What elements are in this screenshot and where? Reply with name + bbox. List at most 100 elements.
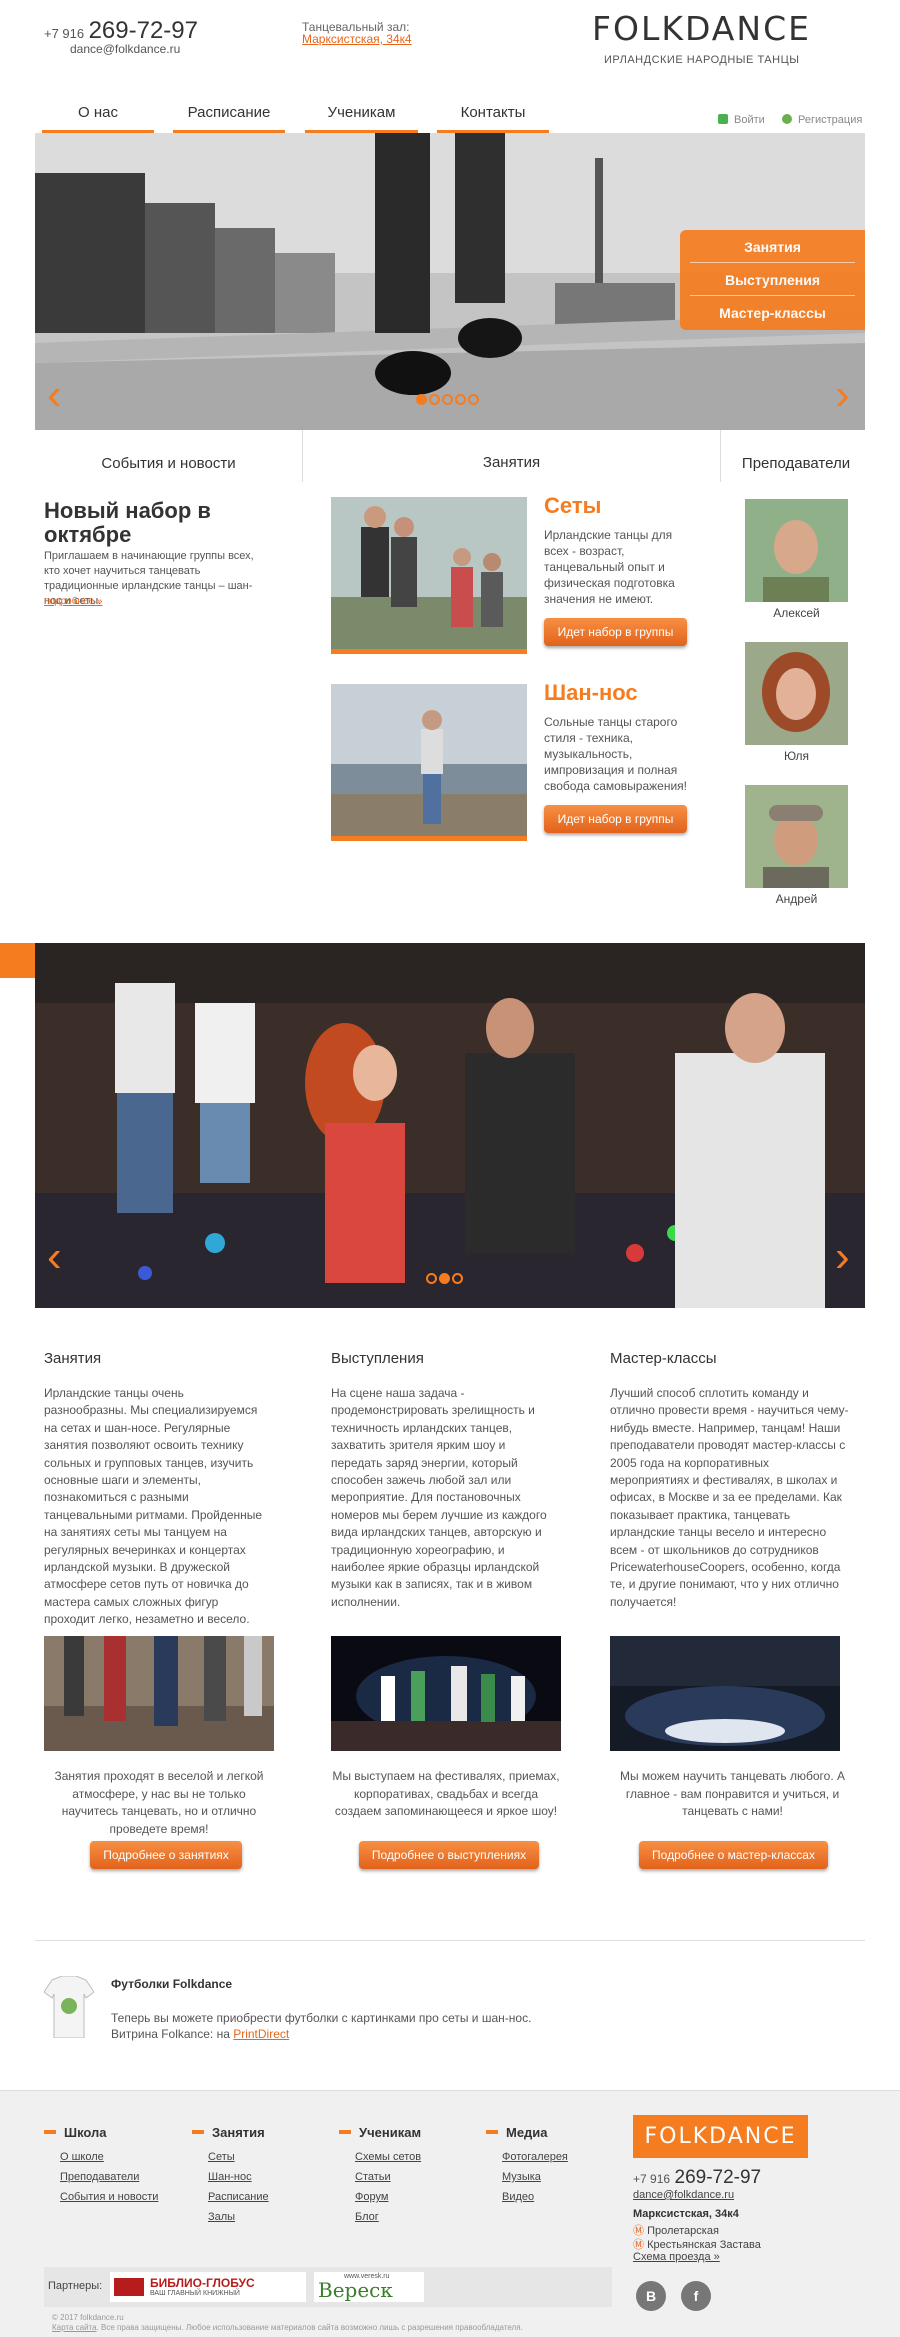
partner-biblio-globus[interactable]: БИБЛИО-ГЛОБУС ВАШ ГЛАВНЫЙ КНИЖНЫЙ <box>110 2272 306 2302</box>
slider-dot[interactable] <box>429 394 440 405</box>
footer-link[interactable]: Расписание <box>208 2187 269 2207</box>
nav-schedule[interactable]: Расписание <box>173 100 285 133</box>
class-sets-image[interactable] <box>331 497 527 654</box>
footer-media-title: Медиа <box>506 2125 548 2140</box>
info-masterclasses-image[interactable] <box>610 1636 840 1751</box>
tshirts-line2: Витрина Folkance: на PrintDirect <box>111 2027 289 2041</box>
info-classes-text: Ирландские танцы очень разнообразны. Мы … <box>44 1386 263 1627</box>
more-performances-button[interactable]: Подробнее о выступлениях <box>359 1841 539 1869</box>
footer-media-links: Фотогалерея Музыка Видео <box>502 2147 568 2207</box>
teacher-avatar <box>745 642 848 745</box>
footer-link[interactable]: Преподаватели <box>60 2167 158 2187</box>
info-masterclasses-photo <box>610 1636 840 1751</box>
footer-link[interactable]: Музыка <box>502 2167 568 2187</box>
teacher-photo-yulia[interactable] <box>745 642 848 745</box>
footer-link[interactable]: Сеты <box>208 2147 269 2167</box>
more-masterclasses-button[interactable]: Подробнее о мастер-классах <box>639 1841 828 1869</box>
footer-link[interactable]: Статьи <box>355 2167 421 2187</box>
info-classes-caption: Занятия проходят в веселой и легкой атмо… <box>54 1769 264 1836</box>
info-performances-image[interactable] <box>331 1636 561 1751</box>
footer-school-links: О школе Преподаватели События и новости <box>60 2147 158 2207</box>
teacher-avatar <box>745 499 848 602</box>
printdirect-link[interactable]: PrintDirect <box>233 2027 289 2041</box>
footer-link[interactable]: Шан-нос <box>208 2167 269 2187</box>
tshirt-image[interactable] <box>43 1975 95 2039</box>
teacher-avatar <box>745 785 848 888</box>
partners-bar: Партнеры: БИБЛИО-ГЛОБУС ВАШ ГЛАВНЫЙ КНИЖ… <box>44 2267 612 2307</box>
footer-link[interactable]: Форум <box>355 2187 421 2207</box>
info-classes-image[interactable] <box>44 1636 274 1751</box>
teacher-photo-andrey[interactable] <box>745 785 848 888</box>
gallery-dot[interactable] <box>452 1273 463 1284</box>
partners-label: Партнеры: <box>48 2280 103 2292</box>
footer-students-title: Ученикам <box>359 2125 422 2140</box>
class-shannos-title[interactable]: Шан-нос <box>544 680 638 706</box>
blogger-icon[interactable]: B <box>636 2281 666 2311</box>
footer-link[interactable]: Видео <box>502 2187 568 2207</box>
partner-veresk[interactable]: www.veresk.ru Вереск <box>314 2272 424 2302</box>
footer-email[interactable]: dance@folkdance.ru <box>633 2189 734 2201</box>
slider-menu-masterclasses[interactable]: Мастер-классы <box>690 300 855 329</box>
class-shannos-image[interactable] <box>331 684 527 841</box>
gallery-next-icon[interactable]: › <box>835 1235 850 1279</box>
footer-students-links: Схемы сетов Статьи Форум Блог <box>355 2147 421 2227</box>
login-icon <box>718 114 728 124</box>
nav-contacts[interactable]: Контакты <box>437 100 549 133</box>
slider-dot[interactable] <box>455 394 466 405</box>
class-shannos-photo <box>331 684 527 836</box>
teacher-photo-aleksey[interactable] <box>745 499 848 602</box>
facebook-icon[interactable]: f <box>681 2281 711 2311</box>
slider-next-icon[interactable]: › <box>835 373 850 417</box>
login-label: Войти <box>734 114 765 126</box>
tshirts-line1: Теперь вы можете приобрести футболки с к… <box>111 2011 532 2025</box>
login-link[interactable]: Войти <box>718 114 765 126</box>
gallery-prev-icon[interactable]: ‹ <box>47 1235 62 1279</box>
slider-dot[interactable] <box>442 394 453 405</box>
slider-dots[interactable] <box>415 392 480 410</box>
teacher-name-yulia[interactable]: Юля <box>745 749 848 763</box>
register-link[interactable]: Регистрация <box>782 114 862 126</box>
class-shannos-button[interactable]: Идет набор в группы <box>544 805 687 833</box>
slider-dot[interactable] <box>468 394 479 405</box>
slider-menu-performances[interactable]: Выступления <box>690 267 855 296</box>
footer-link[interactable]: Блог <box>355 2207 421 2227</box>
class-sets-button[interactable]: Идет набор в группы <box>544 618 687 646</box>
sitemap-link[interactable]: Карта сайта <box>52 2323 97 2332</box>
teacher-name-aleksey[interactable]: Алексей <box>745 606 848 620</box>
footer-link[interactable]: Залы <box>208 2207 269 2227</box>
footer-students-heading: Ученикам <box>339 2125 421 2140</box>
info-performances-heading[interactable]: Выступления <box>331 1350 424 1367</box>
footer-map-link[interactable]: Схема проезда » <box>633 2251 720 2263</box>
header-phone: +7 916 269-72-97 <box>44 17 198 45</box>
header-email[interactable]: dance@folkdance.ru <box>70 42 180 56</box>
logo[interactable]: FOLKDANCE <box>592 9 811 48</box>
nav-students[interactable]: Ученикам <box>305 100 418 133</box>
footer-link[interactable]: События и новости <box>60 2187 158 2207</box>
phone-number: 269-72-97 <box>88 17 198 44</box>
footer-link[interactable]: Схемы сетов <box>355 2147 421 2167</box>
footer-classes-title: Занятия <box>212 2125 265 2140</box>
slider-dot[interactable] <box>416 394 427 405</box>
footer-logo[interactable]: FOLKDANCE <box>633 2115 808 2158</box>
footer-phone-number: 269-72-97 <box>674 2167 762 2188</box>
info-classes-heading[interactable]: Занятия <box>44 1350 101 1367</box>
gallery-dot[interactable] <box>439 1273 450 1284</box>
footer-link[interactable]: Фотогалерея <box>502 2147 568 2167</box>
news-more-link[interactable]: подробнее » <box>44 596 102 607</box>
gallery-dot[interactable] <box>426 1273 437 1284</box>
phone-prefix: +7 916 <box>44 26 85 41</box>
news-title[interactable]: Новый набор в октябре <box>44 499 244 547</box>
teacher-name-andrey[interactable]: Андрей <box>745 892 848 906</box>
footer-link[interactable]: О школе <box>60 2147 158 2167</box>
slider-prev-icon[interactable]: ‹ <box>47 373 62 417</box>
nav-about[interactable]: О нас <box>42 100 154 133</box>
copyright-notice-text: . Все права защищены. Любое использовани… <box>96 2323 523 2332</box>
info-classes-photo <box>44 1636 274 1751</box>
info-masterclasses-heading[interactable]: Мастер-классы <box>610 1350 717 1367</box>
class-sets-title[interactable]: Сеты <box>544 493 601 519</box>
tshirts-line2-prefix: Витрина Folkance: на <box>111 2027 234 2041</box>
slider-menu-classes[interactable]: Занятия <box>690 234 855 263</box>
more-classes-button[interactable]: Подробнее о занятиях <box>90 1841 242 1869</box>
gallery-dots[interactable] <box>425 1271 464 1289</box>
hall-address-link[interactable]: Марксистская, 34к4 <box>302 32 412 46</box>
